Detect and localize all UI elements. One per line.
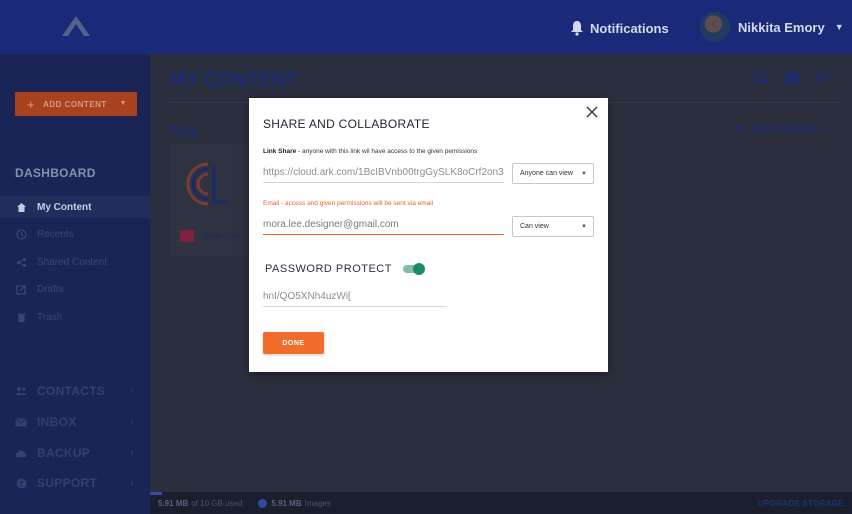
password-protect-toggle[interactable] [403, 263, 425, 275]
svg-text:?: ? [19, 479, 24, 488]
bell-icon [571, 21, 583, 36]
avatar [700, 12, 730, 42]
close-icon[interactable] [584, 104, 600, 120]
notifications-label: Notifications [590, 20, 669, 36]
password-field[interactable] [263, 287, 447, 307]
sidebar-item-my-content[interactable]: My Content [0, 196, 150, 218]
sidebar-item-label: Drafts [37, 283, 64, 295]
email-field[interactable] [263, 215, 504, 235]
link-share-label: Link Share - anyone with this link wil h… [263, 148, 477, 155]
add-content-button[interactable]: + ADD CONTENT ▼ [15, 92, 137, 116]
sort-label: DATE ADDED [751, 124, 816, 135]
images-legend-dot [258, 498, 268, 508]
sidebar-group-label: CONTACTS [37, 384, 106, 398]
top-bar: Notifications Nikkita Emory ▼ [0, 0, 852, 54]
add-content-label: ADD CONTENT [43, 99, 107, 109]
sidebar-group-label: INBOX [37, 415, 77, 429]
page-title: MY CONTENT [170, 70, 299, 91]
sidebar-item-trash[interactable]: Trash [0, 306, 150, 328]
app-logo[interactable] [60, 14, 92, 40]
share-modal: SHARE AND COLLABORATE Link Share - anyon… [249, 98, 608, 372]
share-icon [15, 256, 27, 268]
file-name: Craigs...logo [204, 233, 241, 239]
notifications-button[interactable]: Notifications [570, 18, 669, 38]
mail-icon [15, 416, 27, 428]
done-button[interactable]: DONE [263, 332, 324, 354]
image-file-icon [180, 230, 194, 242]
chevron-right-icon: › [130, 385, 134, 397]
storage-used-value: 5.91 MB [158, 498, 189, 508]
storage-used-suffix: of 10 GB used [191, 498, 243, 508]
storage-progress-bar [150, 492, 162, 495]
link-permission-value: Anyone can view [520, 170, 573, 177]
clock-icon [15, 228, 27, 240]
sidebar-group-inbox[interactable]: INBOX › [15, 412, 140, 432]
storage-status-bar: 5.91 MB of 10 GB used 5.91 MB Images UPG… [150, 492, 852, 514]
filter-icon [734, 125, 746, 134]
caret-down-icon: ▼ [581, 223, 587, 230]
file-thumbnail [186, 162, 228, 206]
images-size-suffix: Images [304, 498, 331, 508]
email-permission-select[interactable]: Can view ▼ [512, 216, 594, 237]
help-icon: ? [15, 477, 27, 489]
cloud-icon [15, 447, 27, 459]
search-icon[interactable] [754, 70, 770, 86]
share-link-field[interactable] [263, 163, 504, 183]
images-size-value: 5.91 MB [271, 498, 302, 508]
sidebar: + ADD CONTENT ▼ DASHBOARD My Content Rec… [0, 54, 150, 514]
sort-icon[interactable] [814, 70, 830, 86]
sort-date-added-button[interactable]: DATE ADDED ⌄ [734, 124, 830, 135]
link-share-label-text: - anyone with this link wil have access … [296, 148, 478, 155]
sidebar-item-recents[interactable]: Recents [0, 223, 150, 245]
email-label: Email - access and given permissions wil… [263, 200, 434, 207]
sidebar-item-label: Recents [37, 228, 74, 240]
chevron-right-icon: › [130, 447, 134, 459]
user-menu[interactable]: Nikkita Emory ▼ [700, 12, 844, 42]
sidebar-item-label: My Content [37, 201, 92, 213]
toggle-knob [413, 263, 425, 275]
file-name-row[interactable]: Craigs...logo [180, 230, 240, 242]
plus-icon: + [27, 96, 36, 112]
sidebar-group-label: SUPPORT [37, 476, 98, 490]
people-icon [15, 385, 27, 397]
upgrade-storage-link[interactable]: UPGRADE STORAGE [758, 499, 844, 508]
files-heading: Files [170, 124, 198, 138]
modal-title: SHARE AND COLLABORATE [263, 117, 430, 131]
toolbar [754, 70, 830, 86]
password-protect-label: PASSWORD PROTECT [265, 263, 392, 275]
chevron-down-icon: ⌄ [821, 124, 830, 135]
user-name: Nikkita Emory [738, 19, 825, 35]
sidebar-group-support[interactable]: ? SUPPORT › [15, 473, 140, 493]
list-view-icon[interactable] [784, 70, 800, 86]
sidebar-item-drafts[interactable]: Drafts [0, 278, 150, 300]
home-icon [15, 201, 27, 213]
caret-down-icon: ▼ [119, 100, 127, 107]
sidebar-group-contacts[interactable]: CONTACTS › [15, 381, 140, 401]
trash-icon [15, 311, 27, 323]
email-permission-value: Can view [520, 223, 549, 230]
sidebar-item-label: Trash [37, 311, 63, 323]
sidebar-group-backup[interactable]: BACKUP › [15, 443, 140, 463]
dashboard-heading: DASHBOARD [15, 166, 96, 180]
chevron-right-icon: › [130, 477, 134, 489]
caret-down-icon: ▼ [581, 170, 587, 177]
sidebar-item-shared-content[interactable]: Shared Content [0, 251, 150, 273]
link-share-label-bold: Link Share [263, 148, 297, 155]
chevron-right-icon: › [130, 416, 134, 428]
caret-down-icon: ▼ [834, 22, 844, 32]
sidebar-group-label: BACKUP [37, 446, 91, 460]
edit-icon [15, 283, 27, 295]
link-permission-select[interactable]: Anyone can view ▼ [512, 163, 594, 184]
sidebar-item-label: Shared Content [37, 256, 108, 268]
